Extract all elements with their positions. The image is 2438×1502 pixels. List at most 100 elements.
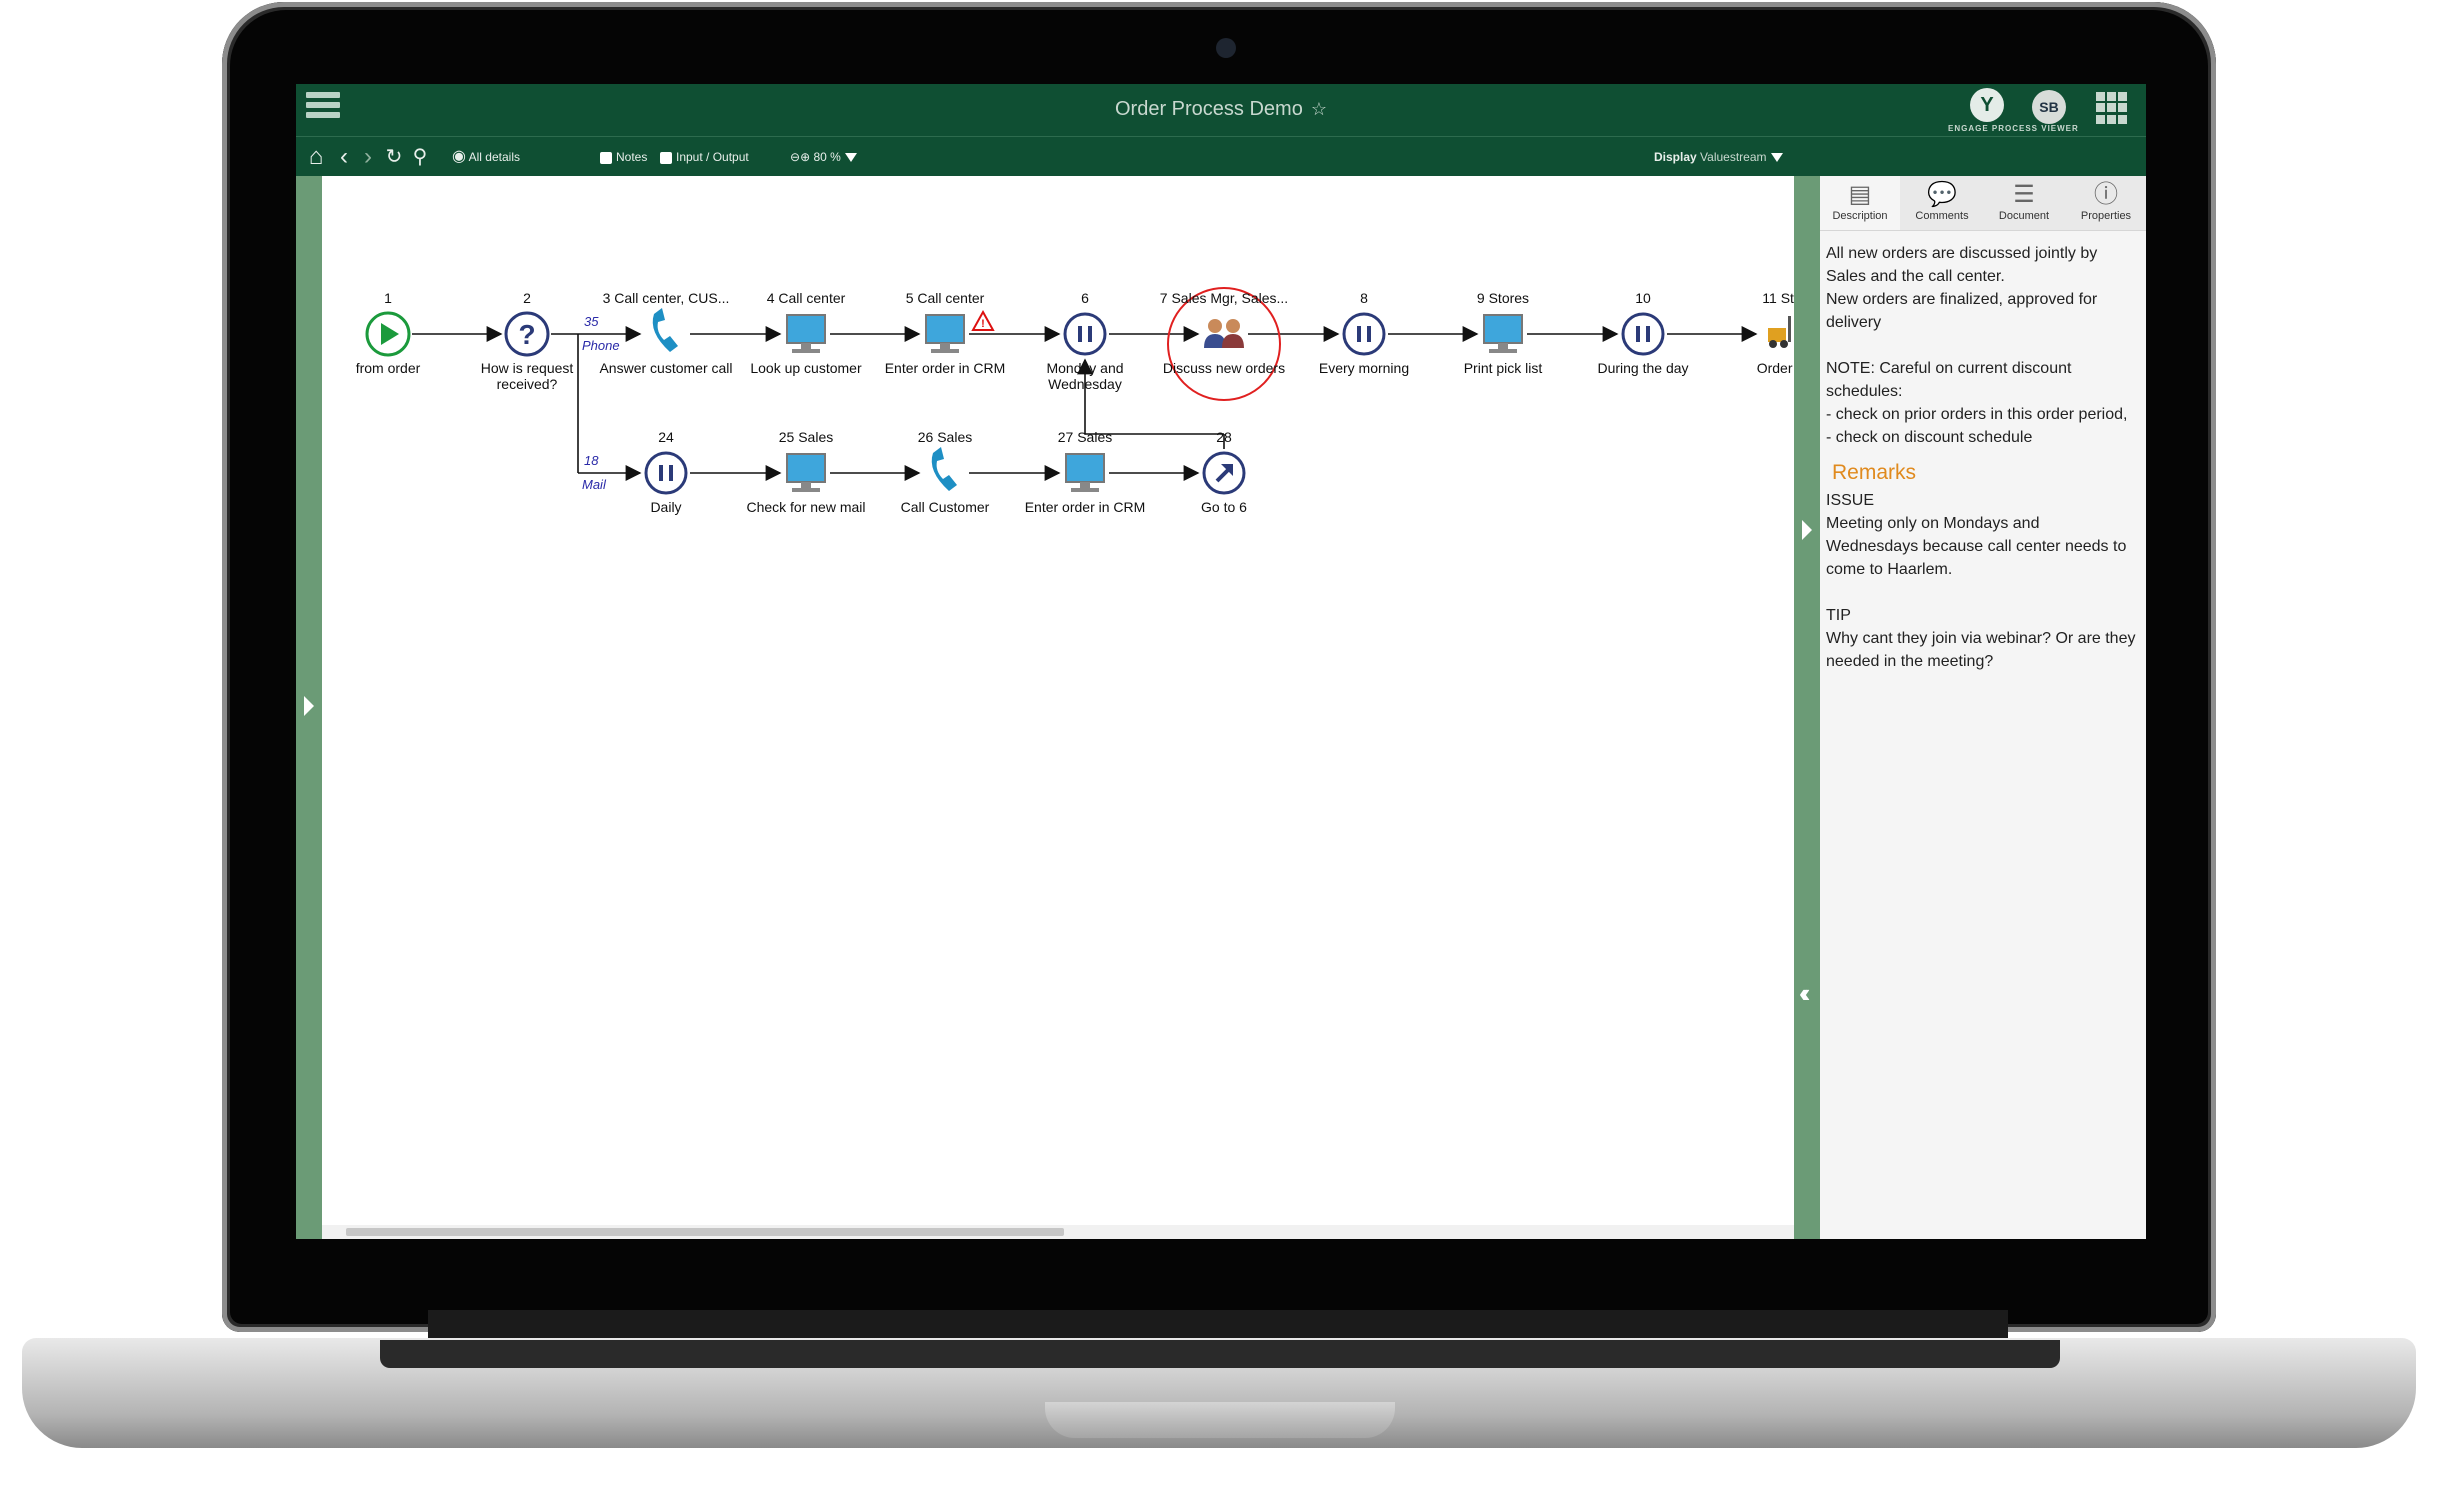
warning-mark: ! [981, 318, 985, 330]
laptop-keyboard-edge [380, 1340, 2060, 1368]
display-value: Valuestream [1700, 150, 1767, 164]
node-number: 5 Call center [905, 290, 985, 306]
zoom-level: 80 % [813, 150, 841, 164]
input-output-label: Input / Output [676, 150, 749, 164]
node-27 Sales-computer-icon[interactable] [1065, 453, 1105, 492]
search-icon[interactable]: ⚲ [406, 143, 434, 171]
zoom-out-icon[interactable]: ⊖ [790, 150, 800, 164]
node-7-meeting-icon[interactable] [1204, 319, 1244, 348]
node-4-computer-icon[interactable] [786, 314, 826, 353]
node-11-forklift-icon[interactable] [1768, 316, 1791, 348]
panel-tabs: ▤ Description 💬 Comments ☰ Document ⓘ Proper… [1820, 176, 2146, 231]
speech-bubble-icon: 💬 [1927, 181, 1957, 208]
laptop-notch [1045, 1402, 1395, 1438]
display-dropdown-icon[interactable] [1770, 153, 1783, 163]
top-bar: Order Process Demo ☆ Y ENGAGE PROCESS VIE… [296, 84, 2146, 136]
brand-name: ENGAGE PROCESS VIEWER [1948, 124, 2079, 133]
display-selector[interactable]: Display Valuestream [1654, 137, 1783, 177]
node-number: 4 Call center [766, 290, 846, 306]
node-6-pause-icon[interactable] [1063, 312, 1107, 356]
details-panel: ▤ Description 💬 Comments ☰ Document ⓘ Proper… [1820, 176, 2146, 1239]
node-label: Call Customer [900, 499, 990, 515]
node-number: 27 Sales [1057, 429, 1113, 445]
input-output-checkbox-box[interactable] [660, 151, 672, 164]
scrollbar-thumb[interactable] [346, 1228, 1064, 1236]
notes-checkbox[interactable]: Notes [600, 137, 647, 177]
svg-text:?: ? [518, 319, 535, 350]
tab-properties-label: Properties [2080, 210, 2132, 222]
favorite-star-icon[interactable]: ☆ [1311, 99, 1327, 120]
page-title: Order Process Demo [1115, 98, 1303, 120]
node-number: 3 Call center, CUS... [602, 290, 730, 306]
zoom-control: ⊖⊕ 80 % [790, 137, 857, 177]
node-number: 8 [1360, 290, 1368, 306]
app-screen: Order Process Demo ☆ Y ENGAGE PROCESS VIE… [296, 84, 2146, 1239]
input-output-checkbox[interactable]: Input / Output [660, 137, 749, 177]
display-label: Display [1654, 150, 1697, 164]
node-5-computer-icon[interactable] [925, 314, 965, 353]
camera [1216, 38, 1236, 58]
process-flow: ?! [365, 287, 1791, 495]
tab-comments-label: Comments [1915, 210, 1969, 222]
node-label: Daily [650, 499, 682, 515]
node-label: Discuss new orders [1162, 360, 1286, 376]
user-avatar[interactable]: SB [2032, 90, 2066, 124]
node-number: 6 [1081, 290, 1089, 306]
tab-properties[interactable]: ⓘ Properties [2066, 176, 2146, 230]
engage-logo-icon: Y [1970, 88, 2004, 122]
refresh-icon[interactable]: ↻ [380, 143, 408, 171]
branch-count: 18 [584, 453, 599, 468]
notes-label: Notes [616, 150, 648, 164]
left-collapse-rail[interactable] [296, 176, 322, 1239]
node-28-goto-icon[interactable] [1202, 451, 1246, 495]
node-label: Answer customer call [599, 360, 733, 376]
remarks-text: ISSUE Meeting only on Mondays and Wednes… [1826, 492, 2136, 670]
expand-left-icon[interactable] [304, 696, 314, 716]
node-label: Check for new mail [746, 499, 866, 515]
right-collapse-rail[interactable] [1794, 176, 1820, 1239]
node-label: How is request received? [480, 360, 574, 392]
node-24-pause-icon[interactable] [644, 451, 688, 495]
node-2-question-icon[interactable]: ? [504, 311, 550, 357]
panel-body: All new orders are discussed jointly by … [1826, 242, 2136, 673]
tab-description-label: Description [1832, 210, 1888, 222]
horizontal-scrollbar[interactable] [322, 1225, 1794, 1239]
node-label: During the day [1597, 360, 1689, 376]
node-1-start-icon[interactable] [365, 311, 411, 357]
node-26 Sales-phone-icon[interactable] [931, 447, 957, 491]
node-label: Order pi [1756, 360, 1794, 376]
zoom-dropdown-icon[interactable] [844, 153, 857, 163]
tab-comments[interactable]: 💬 Comments [1902, 176, 1982, 230]
node-8-pause-icon[interactable] [1342, 312, 1386, 356]
node-number: 2 [523, 290, 531, 306]
forward-icon[interactable]: › [354, 143, 382, 171]
home-icon[interactable]: ⌂ [302, 143, 330, 171]
node-label: Every morning [1318, 360, 1410, 376]
eye-icon: ◉ [452, 148, 466, 165]
node-25 Sales-computer-icon[interactable] [786, 453, 826, 492]
node-label: Print pick list [1463, 360, 1543, 376]
description-text: All new orders are discussed jointly by … [1826, 245, 2128, 446]
node-number: 9 Stores [1476, 290, 1530, 306]
tab-document[interactable]: ☰ Document [1984, 176, 2064, 230]
all-details-label: All details [468, 150, 520, 164]
collapse-panel-icon[interactable] [1802, 520, 1812, 540]
node-label: Go to 6 [1201, 499, 1247, 515]
node-label: Monday and Wednesday [1046, 360, 1124, 392]
process-canvas[interactable]: ?! 1 from order 2 How is request received? 3… [322, 176, 1794, 1239]
node-10-pause-icon[interactable] [1621, 312, 1665, 356]
document-icon: ☰ [2013, 181, 2035, 208]
collapse-all-icon[interactable]: ‹‹ [1799, 978, 1811, 1009]
notes-checkbox-box[interactable] [600, 151, 612, 164]
node-9-computer-icon[interactable] [1483, 314, 1523, 353]
node-number: 10 [1635, 290, 1651, 306]
node-3-phone-icon[interactable] [652, 308, 678, 352]
tab-description[interactable]: ▤ Description [1820, 176, 1900, 230]
node-number: 26 Sales [917, 429, 973, 445]
app-grid-icon[interactable] [2096, 92, 2128, 124]
node-label: Enter order in CRM [1024, 499, 1146, 515]
node-number: 28 [1216, 429, 1232, 445]
node-label: Look up customer [750, 360, 862, 376]
zoom-in-icon[interactable]: ⊕ [800, 150, 810, 164]
all-details-toggle[interactable]: ◉ All details [452, 137, 520, 177]
